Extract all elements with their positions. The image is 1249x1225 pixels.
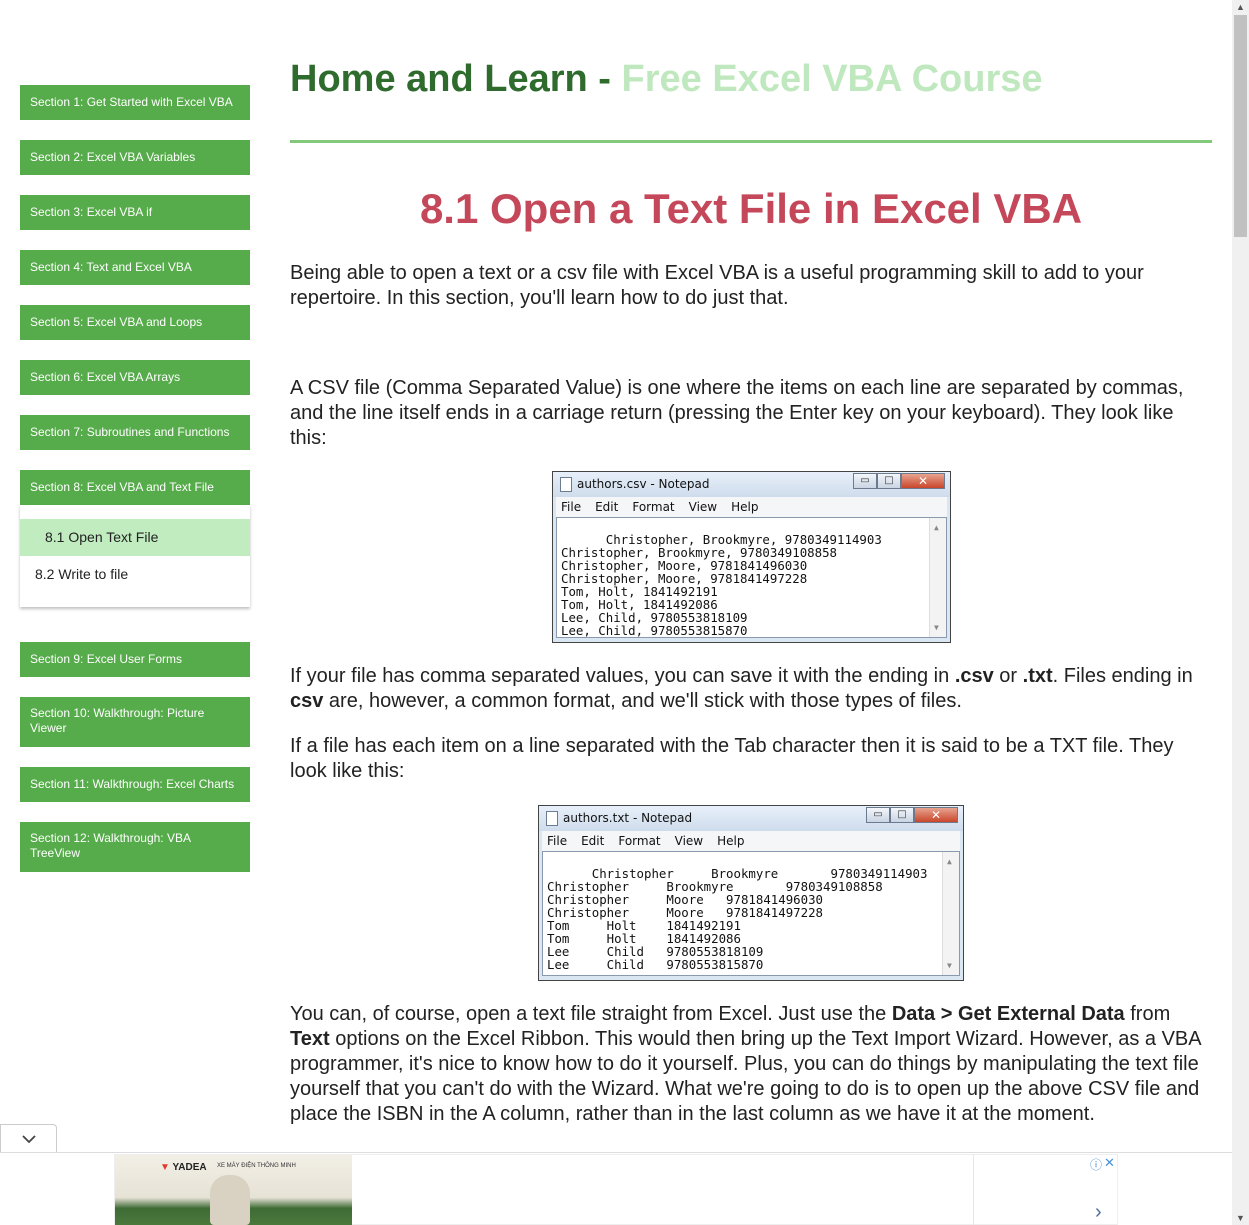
notepad-menubar: File Edit Format View Help [542,831,960,851]
sidebar-subsection-panel: 8.1 Open Text File 8.2 Write to file [20,505,250,607]
sidebar-section-11[interactable]: Section 11: Walkthrough: Excel Charts [20,767,250,802]
menu-view: View [688,500,718,514]
site-title[interactable]: Home and Learn - Free Excel VBA Course [290,58,1043,101]
sidebar-section-6[interactable]: Section 6: Excel VBA Arrays [20,360,250,395]
csv-notepad-image: authors.csv - Notepad ▭ □ ✕ File Edit Fo… [552,471,951,643]
window-controls: ▭ □ ✕ [853,473,945,489]
menu-format: Format [618,834,661,848]
menu-file: File [561,500,582,514]
ad-divider [973,1155,974,1225]
sidebar-section-7[interactable]: Section 7: Subroutines and Functions [20,415,250,450]
text-run: You can, of course, open a text file str… [290,1003,892,1025]
menu-edit: Edit [581,834,605,848]
intro-paragraph: Being able to open a text or a csv file … [290,262,1144,309]
sidebar-section-4[interactable]: Section 4: Text and Excel VBA [20,250,250,285]
close-icon: ✕ [901,473,945,489]
sidebar-subitem-open-text-file[interactable]: 8.1 Open Text File [20,519,250,556]
menu-edit: Edit [595,500,619,514]
scroll-down-icon: ▼ [934,623,939,632]
menu-file: File [547,834,568,848]
maximize-icon: □ [877,473,901,489]
notepad-doc-icon [560,477,572,492]
csv-paragraph: A CSV file (Comma Separated Value) is on… [290,377,1184,449]
sidebar: Section 1: Get Started with Excel VBA Se… [20,85,250,892]
scroll-up-icon: ▲ [934,523,939,532]
ad-logo-icon: ▼ [160,1162,170,1173]
csv-file-content: Christopher, Brookmyre, 9780349114903 Ch… [561,532,882,638]
close-icon: ✕ [914,807,958,823]
banner-ad[interactable]: ▼ YADEA XE MÁY ĐIỆN THÔNG MINH ⓘ ✕ › [114,1154,1118,1225]
text-run: are, however, a common format, and we'll… [323,690,962,712]
scrollbar-thumb[interactable] [1234,15,1247,237]
sidebar-section-5[interactable]: Section 5: Excel VBA and Loops [20,305,250,340]
menu-help: Help [731,500,759,514]
txt-file-content: Christopher Brookmyre 9780349114903 Chri… [547,866,928,972]
ad-subtitle: XE MÁY ĐIỆN THÔNG MINH [217,1163,296,1169]
site-tagline: Free Excel VBA Course [621,58,1043,100]
notepad-scrollbar: ▲ ▼ [929,518,946,637]
excel-import-paragraph: You can, of course, open a text file str… [290,1002,1212,1127]
page-title: 8.1 Open a Text File in Excel VBA [419,185,1083,232]
ad-collapse-tab[interactable] [0,1124,57,1152]
info-icon[interactable]: ⓘ [1090,1156,1102,1173]
window-controls: ▭ □ ✕ [866,807,958,823]
sidebar-section-10[interactable]: Section 10: Walkthrough: Picture Viewer [20,697,250,747]
notepad-scrollbar: ▲ ▼ [942,852,959,975]
maximize-icon: □ [890,807,914,823]
notepad-text-area: Christopher, Brookmyre, 9780349114903 Ch… [556,517,947,638]
ad-image[interactable]: ▼ YADEA XE MÁY ĐIỆN THÔNG MINH [115,1155,352,1225]
ad-brand: ▼ YADEA [160,1162,207,1173]
bold-run: .txt [1022,665,1053,687]
menu-view: View [674,834,704,848]
text-run: . Files ending in [1052,665,1193,687]
txt-notepad-image: authors.txt - Notepad ▭ □ ✕ File Edit Fo… [538,805,964,981]
scroll-down-icon: ▼ [947,961,952,970]
page-scrollbar[interactable]: ▲ ▼ [1232,0,1249,1225]
notepad-title: authors.txt - Notepad [563,811,693,825]
sidebar-section-3[interactable]: Section 3: Excel VBA if [20,195,250,230]
menu-format: Format [632,500,675,514]
close-icon[interactable]: ✕ [1104,1155,1115,1171]
scroll-up-icon[interactable]: ▲ [1236,2,1245,12]
notepad-titlebar: authors.csv - Notepad ▭ □ ✕ [553,472,950,497]
text-run: from [1124,1003,1171,1025]
site-name: Home and Learn [290,58,588,100]
sidebar-section-2[interactable]: Section 2: Excel VBA Variables [20,140,250,175]
bold-run: .csv [954,665,994,687]
notepad-menubar: File Edit Format View Help [556,497,947,517]
header-divider [290,140,1212,143]
scroll-down-icon[interactable]: ▼ [1236,1213,1245,1223]
notepad-doc-icon [546,811,558,826]
sidebar-section-12[interactable]: Section 12: Walkthrough: VBA TreeView [20,822,250,872]
notepad-title: authors.csv - Notepad [577,477,710,491]
ad-figure [210,1175,250,1225]
chevron-right-icon[interactable]: › [1095,1201,1102,1224]
scroll-up-icon: ▲ [947,857,952,866]
sidebar-section-9[interactable]: Section 9: Excel User Forms [20,642,250,677]
text-run: If your file has comma separated values,… [290,665,955,687]
minimize-icon: ▭ [866,807,890,823]
sidebar-section-8[interactable]: Section 8: Excel VBA and Text File [20,470,250,505]
minimize-icon: ▭ [853,473,877,489]
text-run: options on the Excel Ribbon. This would … [290,1028,1201,1125]
bold-run: Data > Get External Data [891,1003,1125,1025]
chevron-down-icon [21,1135,36,1144]
menu-help: Help [717,834,745,848]
sidebar-subitem-write-to-file[interactable]: 8.2 Write to file [20,556,250,593]
text-run: or [993,665,1023,687]
csv-extension-paragraph: If your file has comma separated values,… [290,664,1212,714]
txt-paragraph: If a file has each item on a line separa… [290,735,1174,782]
bold-run: csv [290,690,324,712]
notepad-titlebar: authors.txt - Notepad ▭ □ ✕ [539,806,963,831]
sidebar-section-1[interactable]: Section 1: Get Started with Excel VBA [20,85,250,120]
ad-brand-name: YADEA [172,1162,207,1173]
notepad-text-area: Christopher Brookmyre 9780349114903 Chri… [542,851,960,976]
bold-run: Text [290,1028,330,1050]
site-title-separator: - [587,58,622,100]
